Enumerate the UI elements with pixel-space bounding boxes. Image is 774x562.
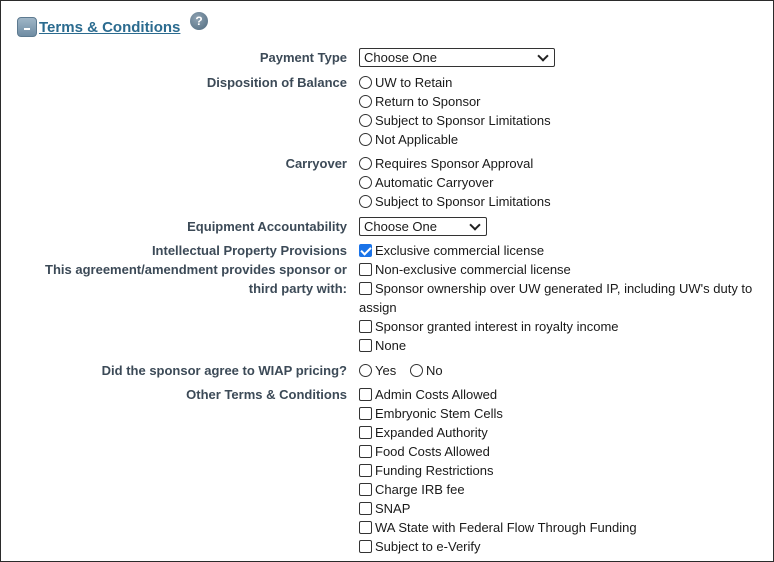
checkbox[interactable] — [359, 521, 372, 534]
option-label: Expanded Authority — [375, 425, 488, 440]
payment-type-value: Choose One — [364, 50, 437, 65]
ip-option[interactable]: Non-exclusive commercial license — [359, 260, 571, 279]
option-label: UW to Retain — [375, 75, 453, 90]
option-label: Automatic Carryover — [375, 175, 494, 190]
payment-type-label: Payment Type — [259, 50, 347, 65]
other-option[interactable]: Expanded Authority — [359, 423, 488, 442]
radio-button[interactable] — [359, 195, 372, 208]
checkbox[interactable] — [359, 464, 372, 477]
ip-option[interactable]: Sponsor granted interest in royalty inco… — [359, 317, 619, 336]
ip-sublabel: This agreement/amendment provides sponso… — [45, 262, 347, 277]
equipment-label: Equipment Accountability — [187, 219, 347, 234]
carryover-option[interactable]: Subject to Sponsor Limitations — [359, 192, 551, 211]
checkbox[interactable] — [359, 388, 372, 401]
option-label: Subject to Sponsor Limitations — [375, 194, 551, 209]
ip-option[interactable]: None — [359, 336, 406, 355]
radio-button[interactable] — [359, 157, 372, 170]
ip-sublabel: third party with: — [248, 281, 347, 296]
checkbox[interactable] — [359, 320, 372, 333]
checkbox[interactable] — [359, 263, 372, 276]
checkbox[interactable] — [359, 502, 372, 515]
other-option[interactable]: Food Costs Allowed — [359, 442, 490, 461]
carryover-label: Carryover — [285, 156, 347, 171]
checkbox[interactable] — [359, 445, 372, 458]
wiap-yes-option[interactable]: Yes — [359, 361, 396, 380]
chevron-down-icon — [537, 49, 549, 62]
ip-label: Intellectual Property Provisions — [151, 243, 347, 258]
checkbox[interactable] — [359, 540, 372, 553]
option-label: Funding Restrictions — [375, 463, 494, 478]
option-label: Food Costs Allowed — [375, 444, 490, 459]
other-terms-label: Other Terms & Conditions — [186, 387, 347, 402]
option-label-continued: assign — [359, 300, 397, 315]
checkbox[interactable] — [359, 282, 372, 295]
option-label: Sponsor ownership over UW generated IP, … — [375, 281, 753, 296]
disposition-option[interactable]: UW to Retain — [359, 73, 452, 92]
payment-type-select[interactable]: Choose One — [359, 48, 555, 67]
other-option[interactable]: WA State with Federal Flow Through Fundi… — [359, 518, 637, 537]
radio-button[interactable] — [359, 114, 372, 127]
question-icon[interactable]: ? — [190, 12, 208, 30]
wiap-no-option[interactable]: No — [410, 361, 443, 380]
disposition-option[interactable]: Return to Sponsor — [359, 92, 481, 111]
checkbox[interactable] — [359, 339, 372, 352]
radio-button[interactable] — [359, 133, 372, 146]
radio-button[interactable] — [359, 176, 372, 189]
other-option[interactable]: Embryonic Stem Cells — [359, 404, 503, 423]
radio-button[interactable] — [359, 364, 372, 377]
option-label: Subject to Sponsor Limitations — [375, 113, 551, 128]
carryover-option[interactable]: Automatic Carryover — [359, 173, 493, 192]
option-label: Requires Sponsor Approval — [375, 156, 534, 171]
disposition-option[interactable]: Subject to Sponsor Limitations — [359, 111, 551, 130]
option-label: Admin Costs Allowed — [375, 387, 498, 402]
option-label: Non-exclusive commercial license — [375, 262, 571, 277]
radio-button[interactable] — [359, 76, 372, 89]
carryover-option[interactable]: Requires Sponsor Approval — [359, 154, 533, 173]
radio-button[interactable] — [410, 364, 423, 377]
option-label: WA State with Federal Flow Through Fundi… — [375, 520, 637, 535]
option-label: SNAP — [375, 501, 411, 516]
option-label: Yes — [375, 363, 397, 378]
checkbox[interactable] — [359, 244, 372, 257]
other-option[interactable]: Subject to e-Verify — [359, 537, 481, 556]
other-option[interactable]: Charge IRB fee — [359, 480, 465, 499]
option-label: Subject to e-Verify — [375, 539, 481, 554]
option-label: Return to Sponsor — [375, 94, 481, 109]
ip-option[interactable]: Exclusive commercial license — [359, 241, 544, 260]
collapse-button[interactable] — [17, 17, 37, 37]
ip-option[interactable]: Sponsor ownership over UW generated IP, … — [359, 279, 752, 298]
disposition-label: Disposition of Balance — [206, 75, 347, 90]
chevron-down-icon — [469, 218, 481, 231]
option-label: Embryonic Stem Cells — [375, 406, 503, 421]
option-label: No — [426, 363, 443, 378]
checkbox[interactable] — [359, 407, 372, 420]
checkbox[interactable] — [359, 426, 372, 439]
option-label: Not Applicable — [375, 132, 459, 147]
other-option[interactable]: Funding Restrictions — [359, 461, 494, 480]
radio-button[interactable] — [359, 95, 372, 108]
other-option[interactable]: SNAP — [359, 499, 410, 518]
option-label: None — [375, 338, 407, 353]
checkbox[interactable] — [359, 483, 372, 496]
option-label: Exclusive commercial license — [375, 243, 545, 258]
disposition-option[interactable]: Not Applicable — [359, 130, 458, 149]
wiap-label: Did the sponsor agree to WIAP pricing? — [101, 363, 347, 378]
section-title[interactable]: Terms & Conditions — [39, 19, 180, 36]
equipment-value: Choose One — [364, 219, 437, 234]
option-label: Charge IRB fee — [375, 482, 465, 497]
other-option[interactable]: Admin Costs Allowed — [359, 385, 497, 404]
equipment-select[interactable]: Choose One — [359, 217, 487, 236]
option-label: Sponsor granted interest in royalty inco… — [375, 319, 619, 334]
